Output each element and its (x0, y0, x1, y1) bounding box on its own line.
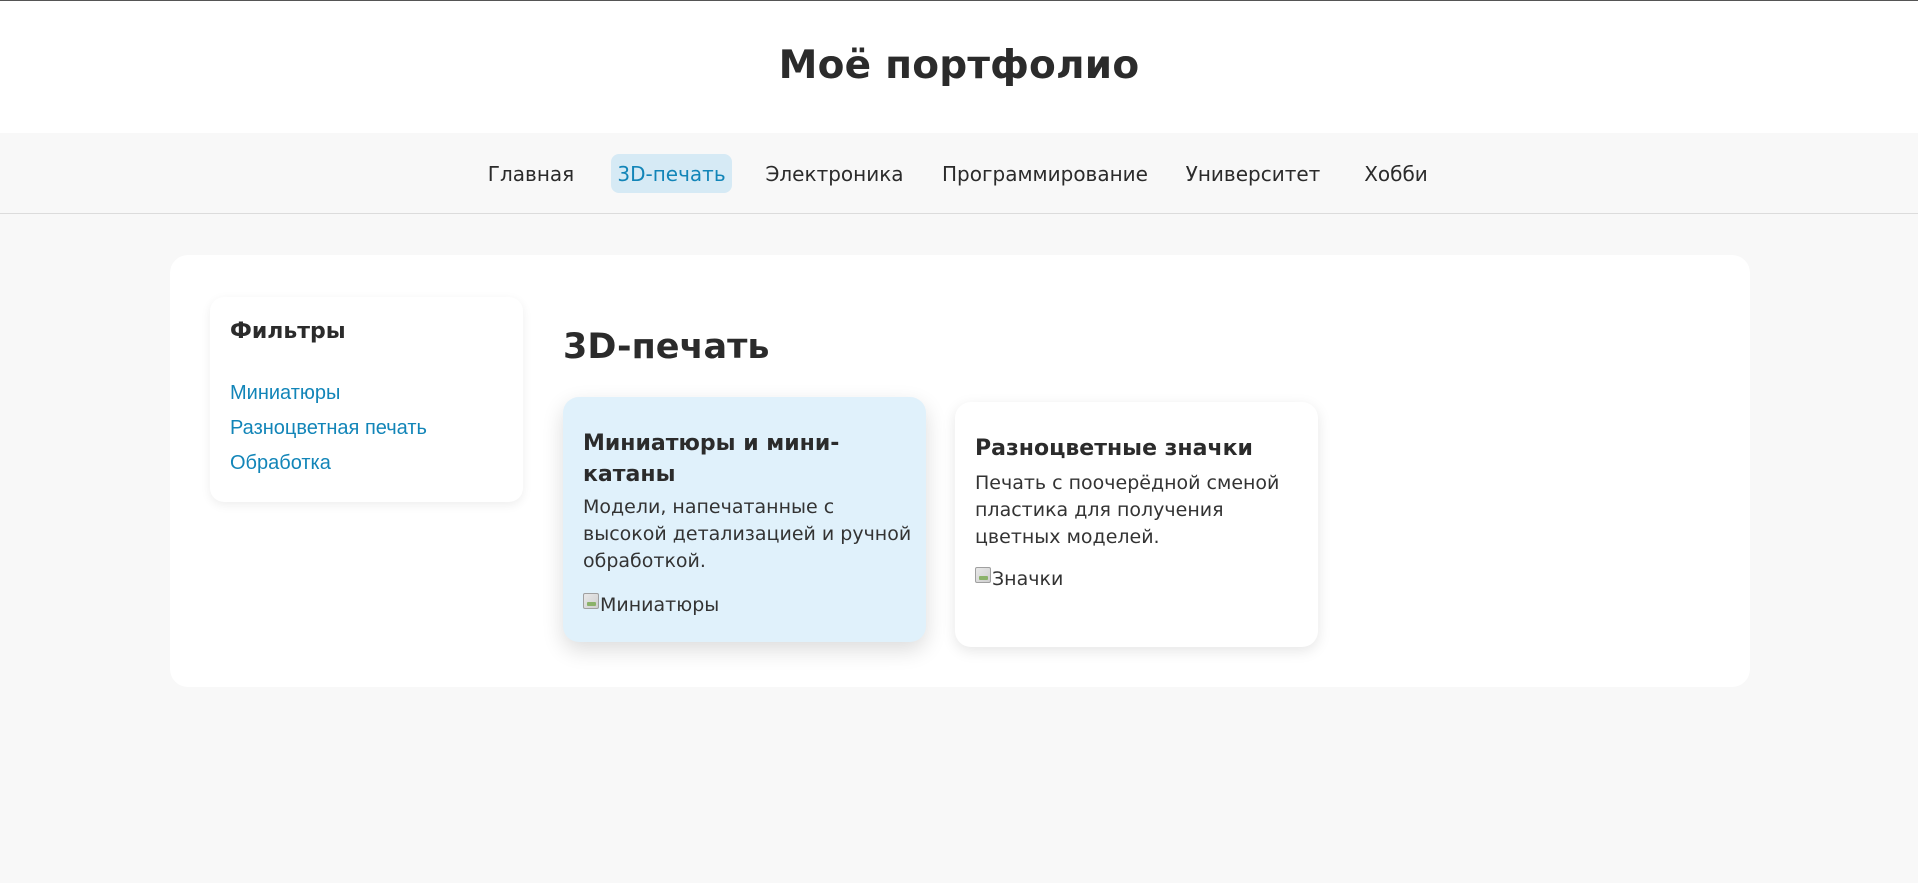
image-alt-text: Значки (992, 568, 1064, 590)
project-description: Печать с поочерёдной сменой пластика для… (975, 472, 1280, 548)
image-alt-text: Миниатюры (600, 594, 720, 616)
nav-item-programming[interactable]: Программирование (940, 154, 1150, 193)
nav-item-electronics[interactable]: Электроника (765, 154, 903, 193)
project-image-placeholder: Значки (975, 567, 1064, 590)
filters-sidebar: Фильтры Миниатюры Разноцветная печать Об… (210, 297, 523, 502)
project-image-placeholder: Миниатюры (583, 593, 720, 616)
page-title: Моё портфолио (778, 42, 1140, 88)
project-description: Модели, напечатанные с высокой детализац… (583, 496, 912, 572)
main-nav: Главная 3D-печать Электроника Программир… (0, 133, 1918, 214)
filter-link-postprocessing[interactable]: Обработка (230, 452, 331, 475)
project-card-badges[interactable]: Разноцветные значки Печать с поочерёдной… (955, 402, 1318, 647)
site-header: Моё портфолио (0, 1, 1918, 133)
project-title: Разноцветные значки (975, 436, 1253, 461)
filters-title: Фильтры (230, 319, 346, 344)
broken-image-icon (975, 567, 991, 583)
project-title: Миниатюры и мини-катаны (583, 431, 840, 487)
filter-link-miniatures[interactable]: Миниатюры (230, 382, 340, 405)
nav-item-university[interactable]: Университет (1186, 154, 1321, 193)
filter-link-multicolor[interactable]: Разноцветная печать (230, 417, 427, 440)
section-title: 3D-печать (563, 327, 770, 367)
project-card-miniatures[interactable]: Миниатюры и мини-катаны Модели, напечата… (563, 397, 926, 642)
nav-item-home[interactable]: Главная (487, 154, 575, 193)
broken-image-icon (583, 593, 599, 609)
nav-item-3d-printing[interactable]: 3D-печать (611, 154, 732, 193)
nav-item-hobby[interactable]: Хобби (1357, 154, 1435, 193)
